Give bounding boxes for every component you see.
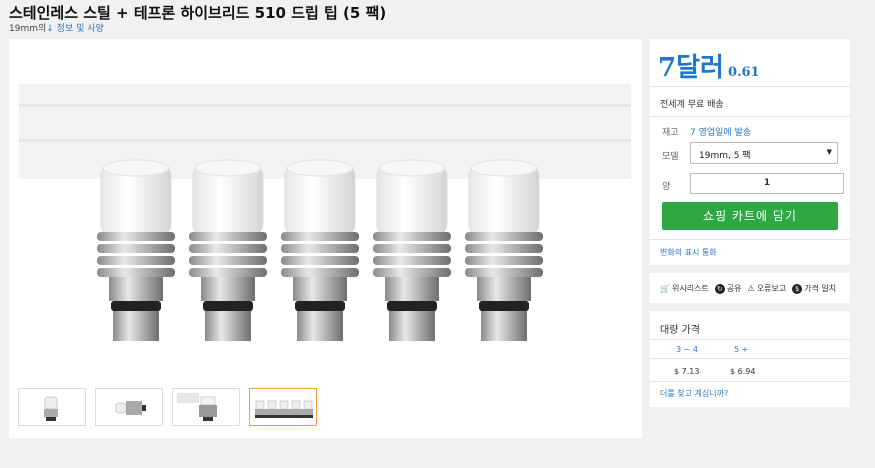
bulk-tier-range: 5 + — [734, 345, 749, 354]
thumbnail-4-image — [255, 400, 313, 418]
stock-value: 7 영업일에 발송 — [690, 128, 752, 138]
thumbnail-1-image — [44, 396, 58, 421]
model-label: 모델 — [662, 152, 679, 162]
model-select-value: 19mm, 5 팩 — [699, 151, 751, 161]
chevron-down-icon: ▼ — [826, 148, 832, 156]
price-sub: 0.61 — [727, 65, 760, 80]
price: 7달러 0.61 — [658, 47, 760, 84]
share-action[interactable]: ↻ 공유 — [714, 283, 742, 294]
cart-icon: 🛒 — [660, 284, 670, 293]
free-shipping-text: 전세계 무료 배송 — [660, 100, 724, 110]
divider — [650, 86, 850, 87]
currency-link[interactable]: 변화의 표시 통화 — [660, 247, 717, 258]
share-label: 공유 — [726, 284, 742, 293]
bulk-question-link[interactable]: 더를 찾고 계십니까? — [660, 388, 728, 399]
price-match-label: 가격 일치 — [804, 284, 837, 293]
thumbnail-2[interactable] — [95, 388, 163, 426]
bulk-pricing-panel: 대량 가격 3 ~ 4 5 + $ 7.13 $ 6.94 더를 찾고 계십니까… — [650, 311, 850, 407]
thumbnail-3[interactable] — [172, 388, 240, 426]
quantity-label: 양 — [662, 182, 671, 192]
thumbnail-4[interactable] — [249, 388, 317, 426]
main-product-image — [19, 84, 631, 384]
add-to-cart-button[interactable]: 쇼핑 카트에 담기 — [662, 202, 838, 230]
product-gallery — [9, 39, 642, 438]
stock-label: 재고 — [662, 128, 679, 138]
divider — [650, 239, 850, 240]
model-select[interactable]: 19mm, 5 팩 ▼ — [690, 142, 838, 164]
product-subtitle: 19mm의↓ 정보 및 사양 — [9, 21, 104, 34]
divider — [650, 358, 850, 359]
share-icon: ↻ — [714, 284, 725, 294]
wishlist-action[interactable]: 🛒 위시리스트 — [660, 283, 709, 294]
purchase-panel: 7달러 0.61 전세계 무료 배송 재고 7 영업일에 발송 모델 19mm, … — [650, 39, 850, 265]
price-main: 7달러 — [658, 53, 724, 83]
action-bar: 🛒 위시리스트 ↻ 공유 ⚠ 오류보고 $ 가격 일치 — [650, 273, 850, 303]
divider — [650, 381, 850, 382]
report-error-action[interactable]: ⚠ 오류보고 — [748, 283, 787, 294]
wishlist-label: 위시리스트 — [671, 284, 709, 293]
product-title: 스테인레스 스틸 + 테프론 하이브리드 510 드립 팁 (5 팩) — [9, 4, 387, 22]
dollar-icon: $ — [792, 284, 803, 294]
divider — [650, 116, 850, 117]
bulk-pricing-title: 대량 가격 — [660, 325, 700, 336]
bulk-tier-range: 3 ~ 4 — [676, 345, 698, 354]
thumbnail-3-image — [177, 393, 217, 421]
thumbnail-1[interactable] — [18, 388, 86, 426]
bulk-tier-price: $ 7.13 — [674, 367, 700, 376]
info-spec-link[interactable]: ↓ 정보 및 사양 — [46, 24, 104, 34]
quantity-input[interactable]: 1 — [690, 173, 844, 194]
drip-tips-illustration — [19, 84, 631, 341]
divider — [650, 339, 850, 340]
bulk-tier-price: $ 6.94 — [730, 367, 756, 376]
report-label: 오류보고 — [756, 284, 787, 293]
warning-icon: ⚠ — [747, 284, 755, 293]
subtitle-prefix: 19mm의 — [9, 24, 47, 34]
price-match-action[interactable]: $ 가격 일치 — [792, 283, 836, 294]
thumbnail-2-image — [115, 401, 146, 415]
